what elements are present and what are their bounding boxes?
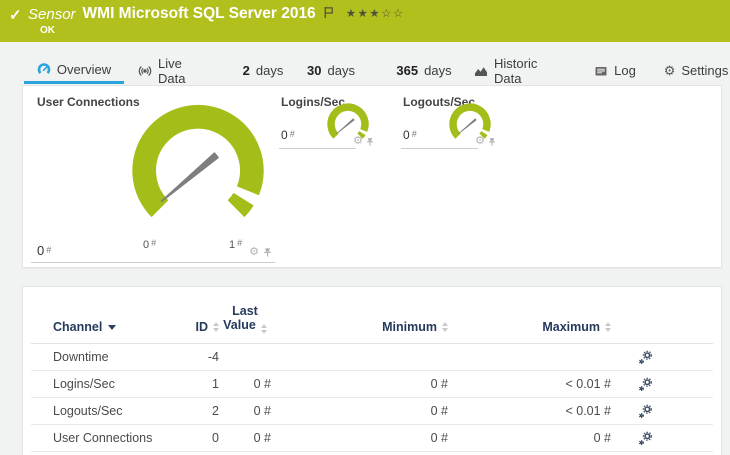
tab-label: Settings <box>681 63 729 78</box>
table-header-row: Channel ID Last Value Minimum Maximum <box>31 287 713 344</box>
gauge-needle <box>160 152 219 203</box>
channel-settings-icon[interactable] <box>638 404 653 419</box>
prtg-sensor-overview-page: ✓ Sensor WMI Microsoft SQL Server 2016 ★… <box>0 0 730 455</box>
tab-label: Log <box>614 63 636 78</box>
sensor-title: WMI Microsoft SQL Server 2016 <box>82 5 316 22</box>
channel-id: -4 <box>207 350 219 364</box>
tab-label: days <box>327 63 355 78</box>
gear-icon[interactable]: ⚙ <box>353 136 363 147</box>
column-header-last-value[interactable]: Last Value <box>219 304 271 334</box>
gauge-current-value: 0 # <box>403 128 417 142</box>
pin-icon[interactable] <box>365 137 375 147</box>
gauge-icon <box>37 62 51 74</box>
channel-maximum: 0 # <box>593 431 611 445</box>
gauges-card: User Connections 0 # 1 # 0 # ⚙ Logins/Se… <box>22 85 722 268</box>
column-header-minimum[interactable]: Minimum <box>271 320 448 334</box>
sensor-type-label: Sensor <box>28 5 76 23</box>
tab-live-data[interactable]: Live Data <box>138 55 204 86</box>
user-connections-gauge-panel: User Connections 0 # 1 # 0 # ⚙ <box>31 90 279 264</box>
sensor-tabbar: Overview Live Data 2 days 30 days 365 da… <box>0 55 730 86</box>
table-row-logouts-sec[interactable]: Logouts/Sec 2 0 # 0 # < 0.01 # <box>31 398 713 425</box>
live-data-icon <box>138 65 152 76</box>
tab-overview[interactable]: Overview <box>24 57 124 84</box>
table-row-logins-sec[interactable]: Logins/Sec 1 0 # 0 # < 0.01 # <box>31 371 713 398</box>
tab-label-number: 2 <box>242 63 250 78</box>
sensor-status-badge: OK <box>40 25 55 36</box>
pin-icon[interactable] <box>487 137 497 147</box>
tab-365-days[interactable]: 365 days <box>393 57 455 84</box>
sort-desc-icon <box>108 324 117 330</box>
priority-stars[interactable]: ★★★☆☆ <box>346 6 405 20</box>
tab-label: days <box>424 63 452 78</box>
gauge-current-value: 0 # <box>281 128 295 142</box>
gauge-current-value: 0 # <box>37 243 52 258</box>
channels-table: Channel ID Last Value Minimum Maximum Do… <box>23 287 721 452</box>
logouts-gauge-panel: Logouts/Sec 0 # ⚙ <box>401 90 499 149</box>
channels-table-card: Channel ID Last Value Minimum Maximum Do… <box>22 286 722 455</box>
tab-label: Live Data <box>158 55 186 86</box>
area-chart-icon <box>475 66 487 76</box>
sensor-title-row: Sensor WMI Microsoft SQL Server 2016 ★★★… <box>28 5 405 23</box>
channel-name: Downtime <box>53 350 109 364</box>
column-header-channel[interactable]: Channel <box>31 320 171 334</box>
channel-maximum: < 0.01 # <box>565 404 611 418</box>
channel-last-value: 0 # <box>253 377 271 391</box>
pin-icon[interactable] <box>262 247 273 258</box>
tab-log[interactable]: Log <box>594 57 636 84</box>
tab-label: Overview <box>56 61 112 77</box>
tab-label: days <box>255 63 284 78</box>
table-row-user-connections[interactable]: User Connections 0 0 # 0 # 0 # <box>31 425 713 452</box>
channel-settings-icon[interactable] <box>638 350 653 365</box>
tab-label-number: 365 <box>396 63 419 78</box>
user-connections-gauge <box>132 104 264 218</box>
channel-minimum: 0 # <box>430 404 448 418</box>
favorite-flag-icon[interactable] <box>323 6 334 19</box>
gear-icon[interactable]: ⚙ <box>475 136 485 147</box>
tab-label: Historic Data <box>494 55 538 86</box>
column-header-id[interactable]: ID <box>171 320 219 334</box>
channel-minimum: 0 # <box>430 377 448 391</box>
channel-minimum: 0 # <box>430 431 448 445</box>
channel-id: 1 <box>212 377 219 391</box>
channel-name: Logouts/Sec <box>53 404 123 418</box>
sort-icon <box>605 322 611 332</box>
channel-maximum: < 0.01 # <box>565 377 611 391</box>
column-header-maximum[interactable]: Maximum <box>448 320 611 334</box>
gear-icon[interactable]: ⚙ <box>249 247 259 258</box>
gauge-footer: 0 # ⚙ <box>31 243 275 263</box>
channel-name: Logins/Sec <box>53 377 115 391</box>
channel-last-value: 0 # <box>253 431 271 445</box>
log-list-icon <box>595 66 607 75</box>
logins-gauge-panel: Logins/Sec 0 # ⚙ <box>279 90 377 149</box>
sensor-header: ✓ Sensor WMI Microsoft SQL Server 2016 ★… <box>0 0 730 42</box>
tab-settings[interactable]: ⚙ Settings <box>664 57 729 84</box>
tab-2-days[interactable]: 2 days <box>240 57 286 84</box>
status-ok-check-icon: ✓ <box>9 7 22 24</box>
tab-historic-data[interactable]: Historic Data <box>474 55 562 86</box>
channel-id: 2 <box>212 404 219 418</box>
channel-last-value: 0 # <box>253 404 271 418</box>
tab-label-number: 30 <box>307 63 322 78</box>
table-row-downtime[interactable]: Downtime -4 <box>31 344 713 371</box>
channel-settings-icon[interactable] <box>638 377 653 392</box>
sort-icon <box>260 324 267 334</box>
tab-30-days[interactable]: 30 days <box>303 57 359 84</box>
channel-name: User Connections <box>53 431 153 445</box>
channel-id: 0 <box>212 431 219 445</box>
gear-icon: ⚙ <box>663 63 676 78</box>
channel-settings-icon[interactable] <box>638 431 653 446</box>
